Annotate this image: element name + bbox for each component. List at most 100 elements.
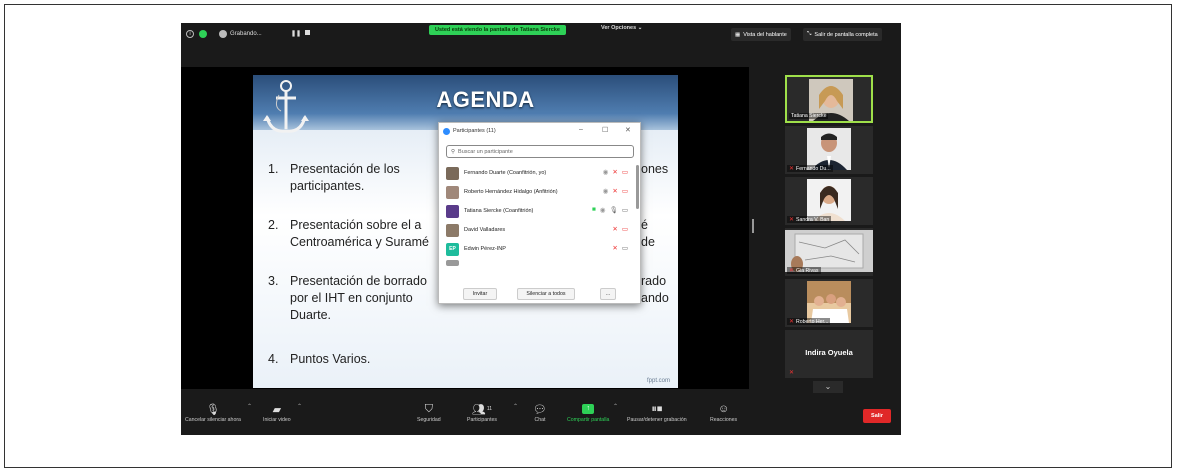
agenda-item-4: 4. Puntos Varios. xyxy=(268,352,371,366)
mic-icon: 🎙︎ xyxy=(609,207,618,214)
scrollbar[interactable] xyxy=(636,165,639,209)
participant-video xyxy=(807,281,851,323)
chevron-down-icon: ⌄ xyxy=(824,382,832,391)
muted-mic-icon: ✕ xyxy=(789,166,795,172)
chat-button[interactable]: 💬︎ Chat xyxy=(533,401,547,424)
record-icon xyxy=(219,30,227,38)
video-tile[interactable]: ✕ Roberto Her... xyxy=(785,279,873,327)
participant-name: Fernando Du... xyxy=(796,165,831,172)
participant-name: Tatiana Siercke (Coanfitrión) xyxy=(464,208,534,214)
unmute-button[interactable]: 🎙︎ Cancelar silenciar ahora xyxy=(185,401,241,424)
shield-icon: ◉ xyxy=(602,188,609,195)
avatar: EP xyxy=(446,242,459,256)
video-off-icon: ▰ xyxy=(272,403,282,416)
shield-icon[interactable] xyxy=(199,30,207,38)
participant-video xyxy=(807,128,851,170)
participant-row[interactable]: Fernando Duarte (Coanfitrión, yo) ◉ ✕ ▭ xyxy=(446,165,634,181)
participant-name: Edwin Pérez-INP xyxy=(464,246,506,252)
top-bar: i Grabando... ❚❚ Usted está viendo la pa… xyxy=(181,23,901,47)
video-tile[interactable]: Indira Oyuela ✕ xyxy=(785,330,873,378)
participant-row[interactable]: EP Edwin Pérez-INP ✕ ▭ xyxy=(446,241,634,257)
participant-name: Indira Oyuela xyxy=(805,348,853,357)
exit-fullscreen-button[interactable]: ⤡ Salir de pantalla completa xyxy=(803,28,882,41)
muted-mic-icon: ✕ xyxy=(612,169,618,176)
stop-recording-icon[interactable] xyxy=(305,30,310,35)
participant-row[interactable] xyxy=(446,260,634,266)
security-button[interactable]: ⛉ Seguridad xyxy=(417,401,441,424)
zoom-logo-icon xyxy=(443,127,450,135)
avatar xyxy=(446,260,459,266)
agenda-item-3: 3. Presentación de borrado rado por el IH… xyxy=(268,274,669,322)
video-tile[interactable]: Tatiana Siercke xyxy=(785,75,873,123)
participants-options-caret[interactable]: ⌃ xyxy=(513,403,518,410)
record-controls-button[interactable]: ⏸︎⏹︎ Pausar/detener grabación xyxy=(627,401,687,424)
dialog-title: Participantes (11) xyxy=(453,128,496,134)
search-icon: ⚲ xyxy=(451,148,456,155)
shield-icon: ◉ xyxy=(602,169,609,176)
video-tile[interactable]: ✕ Sandra V. Ban xyxy=(785,177,873,225)
leave-button[interactable]: Salir xyxy=(863,409,891,423)
video-options-caret[interactable]: ⌃ xyxy=(297,403,302,410)
shield-icon: ⛉ xyxy=(424,402,433,415)
chat-icon: 💬︎ xyxy=(533,403,547,416)
screenshot-frame: i Grabando... ❚❚ Usted está viendo la pa… xyxy=(4,4,1172,468)
video-tile[interactable]: ✕ Fernando Du... xyxy=(785,126,873,174)
view-options-button[interactable]: Ver Opciones ⌄ xyxy=(601,25,642,31)
participants-icon: 👥︎ 11 xyxy=(471,403,493,416)
resize-handle[interactable] xyxy=(752,219,754,233)
participants-button[interactable]: 👥︎ 11 Participantes xyxy=(467,401,497,424)
muted-mic-icon: 🎙︎ xyxy=(205,403,220,416)
pause-stop-icon: ⏸︎⏹︎ xyxy=(651,402,663,415)
video-icon: ▭ xyxy=(621,245,628,252)
avatar xyxy=(446,204,459,218)
participant-row[interactable]: Tatiana Siercke (Coanfitrión) ■ ◉ 🎙︎ ▭ xyxy=(446,203,634,219)
recording-label: Grabando... xyxy=(230,31,262,37)
invite-button[interactable]: Invitar xyxy=(463,288,497,300)
minimize-icon[interactable]: – xyxy=(579,126,583,133)
participants-dialog: Participantes (11) – ☐ ✕ ⚲ Buscar un par… xyxy=(438,122,641,304)
pause-recording-icon[interactable]: ❚❚ xyxy=(291,30,301,37)
participant-gallery: Tatiana Siercke ✕ Fernando Du... ✕ Sandra … xyxy=(785,75,873,381)
video-off-icon: ▭ xyxy=(621,188,628,195)
share-options-caret[interactable]: ⌃ xyxy=(613,403,618,410)
more-options-button[interactable]: ... xyxy=(600,288,616,300)
shield-icon: ◉ xyxy=(599,207,606,214)
muted-mic-icon: ✕ xyxy=(612,226,618,233)
info-icon[interactable]: i xyxy=(186,30,194,38)
muted-mic-icon: ✕ xyxy=(789,268,795,274)
muted-mic-icon: ✕ xyxy=(612,245,618,252)
muted-mic-icon: ✕ xyxy=(789,319,795,325)
emoji-icon: ☺︎ xyxy=(717,403,730,415)
search-input[interactable]: ⚲ Buscar un participante xyxy=(446,145,634,158)
share-screen-button[interactable]: ↑ Compartir pantalla xyxy=(567,401,609,423)
muted-mic-icon: ✕ xyxy=(789,370,795,376)
start-video-button[interactable]: ▰ Iniciar video xyxy=(263,401,291,424)
meeting-toolbar: 🎙︎ Cancelar silenciar ahora ⌃ ▰ Iniciar … xyxy=(181,393,901,435)
recording-indicator: Grabando... xyxy=(219,30,262,38)
participant-row[interactable]: David Valladares ✕ ▭ xyxy=(446,222,634,238)
chevron-down-icon: ⌄ xyxy=(637,25,643,31)
agenda-item-1: 1. Presentación de los ones participantes… xyxy=(268,162,669,193)
participant-name: Gia Rivas xyxy=(796,267,819,274)
video-icon: ▭ xyxy=(621,207,628,214)
audio-options-caret[interactable]: ⌃ xyxy=(247,403,252,410)
participant-name: Roberto Hernández Hidalgo (Anfitrión) xyxy=(464,189,558,195)
slide-footer: fppt.com xyxy=(646,378,670,384)
exit-fullscreen-icon: ⤡ xyxy=(807,31,812,37)
avatar xyxy=(446,185,459,199)
agenda-item-2: 2. Presentación sobre el a é de Centroamé… xyxy=(268,218,655,249)
video-off-icon: ▭ xyxy=(621,169,628,176)
muted-mic-icon: ✕ xyxy=(612,188,618,195)
avatar xyxy=(446,223,459,237)
participant-row[interactable]: Roberto Hernández Hidalgo (Anfitrión) ◉ ✕… xyxy=(446,184,634,200)
participant-video xyxy=(807,179,851,221)
video-tile[interactable]: ✕ Gia Rivas xyxy=(785,228,873,276)
participant-name: David Valladares xyxy=(464,227,506,233)
mute-all-button[interactable]: Silenciar a todos xyxy=(517,288,575,300)
close-icon[interactable]: ✕ xyxy=(625,126,631,134)
maximize-icon[interactable]: ☐ xyxy=(602,126,608,134)
reactions-button[interactable]: ☺︎ Reacciones xyxy=(710,401,737,423)
avatar xyxy=(446,166,459,180)
participant-name: Roberto Her... xyxy=(796,318,829,325)
speaker-view-button[interactable]: ▦ Vista del hablante xyxy=(731,28,791,41)
